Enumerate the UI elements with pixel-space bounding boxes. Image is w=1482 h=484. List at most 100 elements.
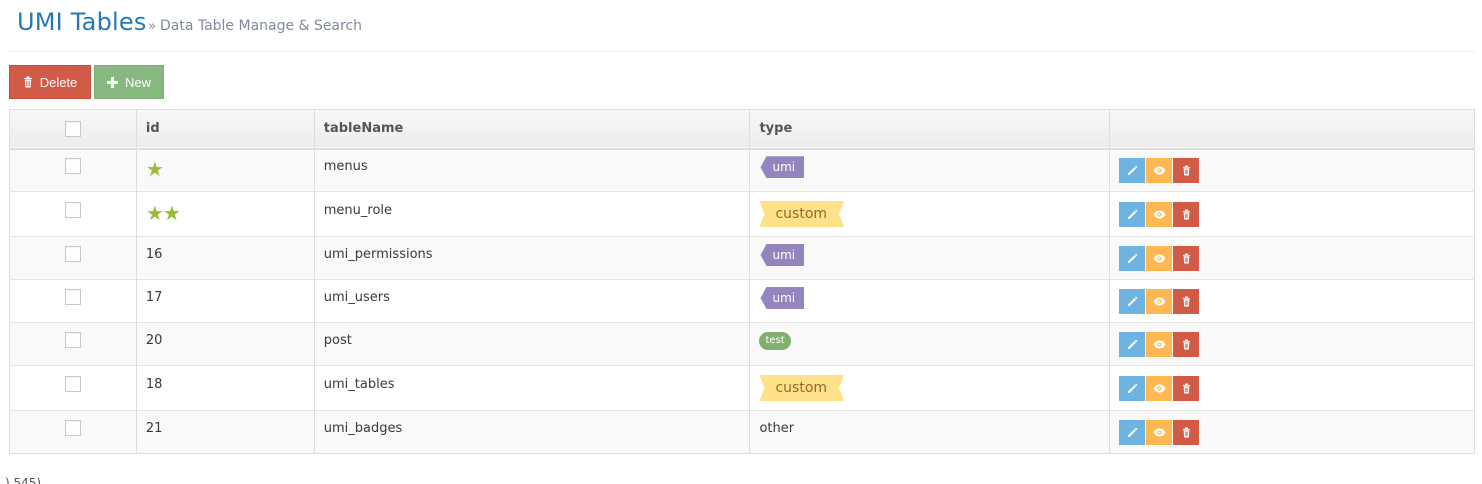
view-button[interactable] xyxy=(1146,419,1173,445)
view-button[interactable] xyxy=(1146,245,1173,271)
edit-button[interactable] xyxy=(1119,375,1146,401)
new-button[interactable]: New xyxy=(94,65,164,99)
edit-button[interactable] xyxy=(1119,157,1146,183)
id-cell: 18 xyxy=(135,365,315,411)
row-select-cell xyxy=(10,323,137,366)
row-actions xyxy=(1119,419,1474,445)
row-delete-button[interactable] xyxy=(1173,375,1200,401)
edit-button[interactable] xyxy=(1119,245,1146,271)
row-actions xyxy=(1119,245,1474,271)
data-table: id tableName type ★ menus umi ★★ menu_ro… xyxy=(9,109,1475,454)
row-checkbox[interactable] xyxy=(64,332,81,348)
id-cell: 17 xyxy=(135,279,315,323)
type-badge: umi xyxy=(760,244,805,266)
row-checkbox[interactable] xyxy=(64,202,81,218)
type-badge: umi xyxy=(760,287,805,309)
eye-icon xyxy=(1153,340,1166,349)
type-badge: test xyxy=(759,332,791,350)
row-id: 20 xyxy=(145,332,163,348)
view-button[interactable] xyxy=(1146,157,1173,183)
row-id: 18 xyxy=(145,376,163,392)
type-cell: other xyxy=(749,410,1110,454)
edit-button[interactable] xyxy=(1119,201,1146,227)
row-actions xyxy=(1119,375,1474,401)
column-header-type[interactable]: type xyxy=(749,109,1110,149)
eye-icon xyxy=(1153,384,1166,393)
trash-icon xyxy=(23,76,33,88)
trash-icon xyxy=(1182,209,1191,220)
table-row[interactable]: 17 umi_users umi xyxy=(9,279,1475,323)
row-delete-button[interactable] xyxy=(1173,157,1200,183)
actions-cell xyxy=(1109,322,1475,366)
row-actions xyxy=(1119,201,1474,227)
tablename-cell: menu_role xyxy=(313,191,750,237)
row-select-cell xyxy=(10,149,137,192)
view-button[interactable] xyxy=(1146,288,1173,314)
view-button[interactable] xyxy=(1146,375,1173,401)
trash-icon xyxy=(1182,296,1191,307)
row-delete-button[interactable] xyxy=(1173,201,1200,227)
edit-button[interactable] xyxy=(1119,331,1146,357)
view-button[interactable] xyxy=(1146,331,1173,357)
tablename-cell: umi_users xyxy=(313,279,750,323)
type-cell: test xyxy=(749,322,1110,366)
type-badge: custom xyxy=(759,375,844,401)
type-cell: custom xyxy=(749,365,1110,411)
table-row[interactable]: 21 umi_badges other xyxy=(9,410,1475,454)
row-checkbox[interactable] xyxy=(64,246,81,262)
table-row[interactable]: 20 post test xyxy=(9,322,1475,366)
row-checkbox[interactable] xyxy=(64,289,81,305)
pencil-icon xyxy=(1127,383,1138,394)
column-header-id[interactable]: id xyxy=(135,109,315,149)
row-delete-button[interactable] xyxy=(1173,419,1200,445)
pencil-icon xyxy=(1127,427,1138,438)
view-button[interactable] xyxy=(1146,201,1173,227)
row-checkbox[interactable] xyxy=(64,420,81,436)
row-select-cell xyxy=(10,366,137,411)
column-header-tablename[interactable]: tableName xyxy=(313,109,750,149)
row-delete-button[interactable] xyxy=(1173,245,1200,271)
row-select-cell xyxy=(10,192,137,237)
id-cell: 20 xyxy=(135,322,315,366)
table-row[interactable]: 18 umi_tables custom xyxy=(9,365,1475,411)
row-id: 21 xyxy=(145,420,163,436)
row-delete-button[interactable] xyxy=(1173,331,1200,357)
row-checkbox[interactable] xyxy=(64,376,81,392)
row-tablename: umi_permissions xyxy=(323,246,433,262)
actions-cell xyxy=(1109,365,1475,411)
table-row[interactable]: ★ menus umi xyxy=(9,148,1475,192)
table-row[interactable]: 16 umi_permissions umi xyxy=(9,236,1475,280)
eye-icon xyxy=(1153,210,1166,219)
row-actions xyxy=(1119,157,1474,183)
column-header-actions xyxy=(1109,109,1475,149)
delete-button[interactable]: Delete xyxy=(9,65,91,99)
double-chevron-right-icon: » xyxy=(148,18,156,34)
pencil-icon xyxy=(1127,165,1138,176)
table-header-row: id tableName type xyxy=(9,109,1475,149)
pencil-icon xyxy=(1127,209,1138,220)
row-checkbox[interactable] xyxy=(64,158,81,175)
eye-icon xyxy=(1153,428,1166,437)
row-id: 17 xyxy=(145,289,163,305)
type-text: other xyxy=(759,420,795,436)
row-actions xyxy=(1119,288,1474,314)
type-badge: umi xyxy=(760,156,805,179)
row-delete-button[interactable] xyxy=(1173,288,1200,314)
row-tablename: umi_badges xyxy=(323,420,403,436)
tablename-cell: post xyxy=(313,322,750,366)
edit-button[interactable] xyxy=(1119,288,1146,314)
type-cell: umi xyxy=(749,236,1110,280)
page: UMI Tables » Data Table Manage & Search … xyxy=(0,0,1482,484)
actions-cell xyxy=(1109,191,1475,237)
star-icon: ★★ xyxy=(145,201,181,225)
page-title: UMI Tables xyxy=(17,8,147,36)
trash-icon xyxy=(1182,253,1191,264)
edit-button[interactable] xyxy=(1119,419,1146,445)
row-tablename: post xyxy=(323,332,352,348)
select-all-checkbox[interactable] xyxy=(64,120,81,137)
footer-note: ) 545) xyxy=(5,476,42,484)
eye-icon xyxy=(1153,254,1166,263)
actions-cell xyxy=(1109,410,1475,454)
table-row[interactable]: ★★ menu_role custom xyxy=(9,191,1475,237)
tablename-cell: umi_badges xyxy=(313,410,750,454)
